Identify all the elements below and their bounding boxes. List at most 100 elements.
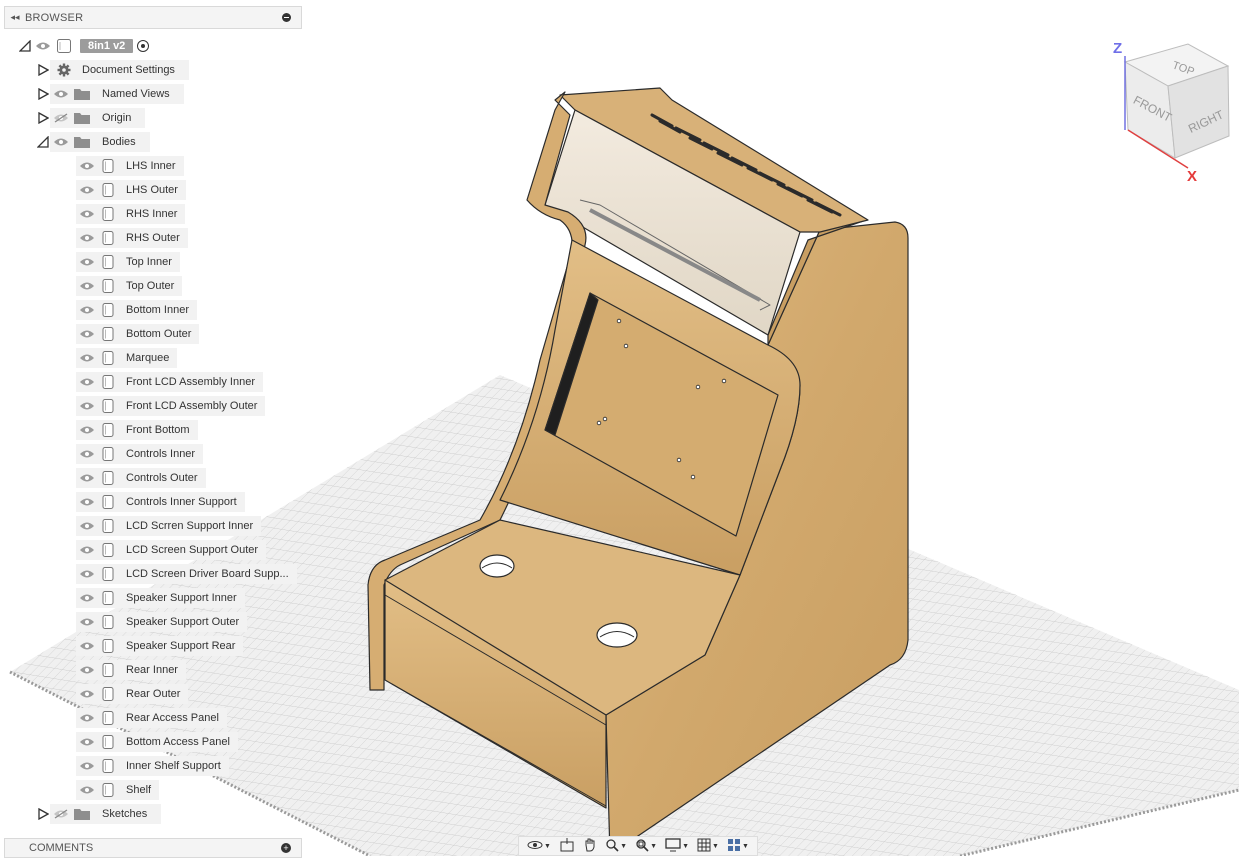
body-node[interactable]: Controls Inner [76,444,204,464]
viewports-button[interactable]: ▼ [727,838,749,855]
dropdown-caret-icon[interactable]: ▼ [712,843,719,850]
body-item-rhs-inner[interactable]: RHS Inner [76,204,186,224]
tree-node-bodies[interactable]: Bodies [50,132,150,152]
body-node[interactable]: Front Bottom [76,420,198,440]
visibility-eye-icon[interactable] [76,348,98,368]
body-node[interactable]: Rear Outer [76,684,189,704]
zoom-button[interactable]: ▼ [605,838,627,855]
visibility-eye-icon[interactable] [76,180,98,200]
visibility-eye-icon[interactable] [50,132,72,152]
body-item-lhs-outer[interactable]: LHS Outer [76,180,186,200]
body-item-controls-outer[interactable]: Controls Outer [76,468,206,488]
body-item-marquee[interactable]: Marquee [76,348,178,368]
body-item-lcd-screen-support-outer[interactable]: LCD Screen Support Outer [76,540,267,560]
body-node[interactable]: Top Outer [76,276,183,296]
visibility-eye-icon[interactable] [76,612,98,632]
body-node[interactable]: RHS Outer [76,228,188,248]
body-node[interactable]: Bottom Inner [76,300,197,320]
tree-root-row[interactable]: 8in1 v2 [18,36,157,56]
body-item-lcd-scrren-support-inner[interactable]: LCD Scrren Support Inner [76,516,262,536]
dropdown-caret-icon[interactable]: ▼ [650,843,657,850]
tree-item-named-views[interactable]: Named Views [36,84,184,104]
body-node[interactable]: RHS Inner [76,204,186,224]
browser-options-icon[interactable] [282,13,291,22]
body-item-lcd-screen-driver-board-supp[interactable]: LCD Screen Driver Board Supp... [76,564,297,584]
body-node[interactable]: Front LCD Assembly Inner [76,372,263,392]
body-item-bottom-access-panel[interactable]: Bottom Access Panel [76,732,238,752]
visibility-eye-icon[interactable] [76,468,98,488]
dropdown-caret-icon[interactable]: ▼ [682,843,689,850]
expand-arrow-icon[interactable] [36,111,50,125]
visibility-eye-icon[interactable] [76,660,98,680]
body-item-inner-shelf-support[interactable]: Inner Shelf Support [76,756,229,776]
dropdown-caret-icon[interactable]: ▼ [544,843,551,850]
visibility-eye-icon[interactable] [76,300,98,320]
tree-node-origin[interactable]: Origin [50,108,146,128]
visibility-eye-icon[interactable] [76,732,98,752]
visibility-eye-icon[interactable] [76,420,98,440]
body-item-front-lcd-assembly-outer[interactable]: Front LCD Assembly Outer [76,396,266,416]
visibility-eye-icon[interactable] [32,36,54,56]
tree-node-document-settings[interactable]: Document Settings [50,60,189,80]
dropdown-caret-icon[interactable]: ▼ [620,843,627,850]
body-item-speaker-support-outer[interactable]: Speaker Support Outer [76,612,248,632]
tree-item-sketches[interactable]: Sketches [36,804,162,824]
orbit-button[interactable]: ▼ [527,838,551,855]
body-node[interactable]: Front LCD Assembly Outer [76,396,266,416]
body-item-top-inner[interactable]: Top Inner [76,252,180,272]
visibility-eye-icon[interactable] [76,564,98,584]
tree-node-named-views[interactable]: Named Views [50,84,184,104]
visibility-eye-icon[interactable] [76,228,98,248]
visibility-eye-icon[interactable] [50,84,72,104]
visibility-eye-icon[interactable] [76,276,98,296]
visibility-eye-icon[interactable] [76,780,98,800]
body-node[interactable]: Inner Shelf Support [76,756,229,776]
add-comment-icon[interactable]: + [281,843,291,853]
visibility-eye-icon[interactable] [76,324,98,344]
body-node[interactable]: Rear Access Panel [76,708,227,728]
dropdown-caret-icon[interactable]: ▼ [742,843,749,850]
activate-radio-icon[interactable] [137,40,150,52]
visibility-eye-icon[interactable] [76,444,98,464]
body-item-speaker-support-rear[interactable]: Speaker Support Rear [76,636,244,656]
body-node[interactable]: LCD Screen Support Outer [76,540,267,560]
expand-arrow-icon[interactable] [36,87,50,101]
visibility-eye-icon[interactable] [76,156,98,176]
body-item-speaker-support-inner[interactable]: Speaker Support Inner [76,588,245,608]
look-at-button[interactable] [559,837,575,855]
body-item-bottom-outer[interactable]: Bottom Outer [76,324,200,344]
browser-header[interactable]: ◂◂ BROWSER [4,6,302,29]
body-node[interactable]: LHS Inner [76,156,184,176]
tree-item-bodies[interactable]: Bodies [36,132,150,152]
visibility-eye-icon[interactable] [76,636,98,656]
visibility-eye-icon[interactable] [76,516,98,536]
display-settings-button[interactable]: ▼ [665,837,689,855]
body-node[interactable]: Speaker Support Outer [76,612,248,632]
body-item-shelf[interactable]: Shelf [76,780,160,800]
visibility-eye-icon[interactable] [76,204,98,224]
grid-button[interactable]: ▼ [697,838,719,855]
hidden-eye-icon[interactable] [50,108,72,128]
expand-arrow-icon[interactable] [36,135,50,149]
body-item-top-outer[interactable]: Top Outer [76,276,183,296]
body-item-front-bottom[interactable]: Front Bottom [76,420,198,440]
body-item-bottom-inner[interactable]: Bottom Inner [76,300,197,320]
body-item-rear-access-panel[interactable]: Rear Access Panel [76,708,227,728]
body-item-rear-inner[interactable]: Rear Inner [76,660,186,680]
visibility-eye-icon[interactable] [76,252,98,272]
body-node[interactable]: Top Inner [76,252,180,272]
visibility-eye-icon[interactable] [76,708,98,728]
expand-arrow-icon[interactable] [36,63,50,77]
body-node[interactable]: Shelf [76,780,160,800]
body-item-controls-inner[interactable]: Controls Inner [76,444,204,464]
body-node[interactable]: Speaker Support Rear [76,636,244,656]
visibility-eye-icon[interactable] [76,684,98,704]
expand-arrow-icon[interactable] [18,39,32,53]
pan-button[interactable] [583,838,597,855]
visibility-eye-icon[interactable] [76,372,98,392]
visibility-eye-icon[interactable] [76,396,98,416]
tree-item-document-settings[interactable]: Document Settings [36,60,189,80]
body-node[interactable]: Bottom Access Panel [76,732,238,752]
tree-item-origin[interactable]: Origin [36,108,146,128]
body-node[interactable]: Controls Outer [76,468,206,488]
